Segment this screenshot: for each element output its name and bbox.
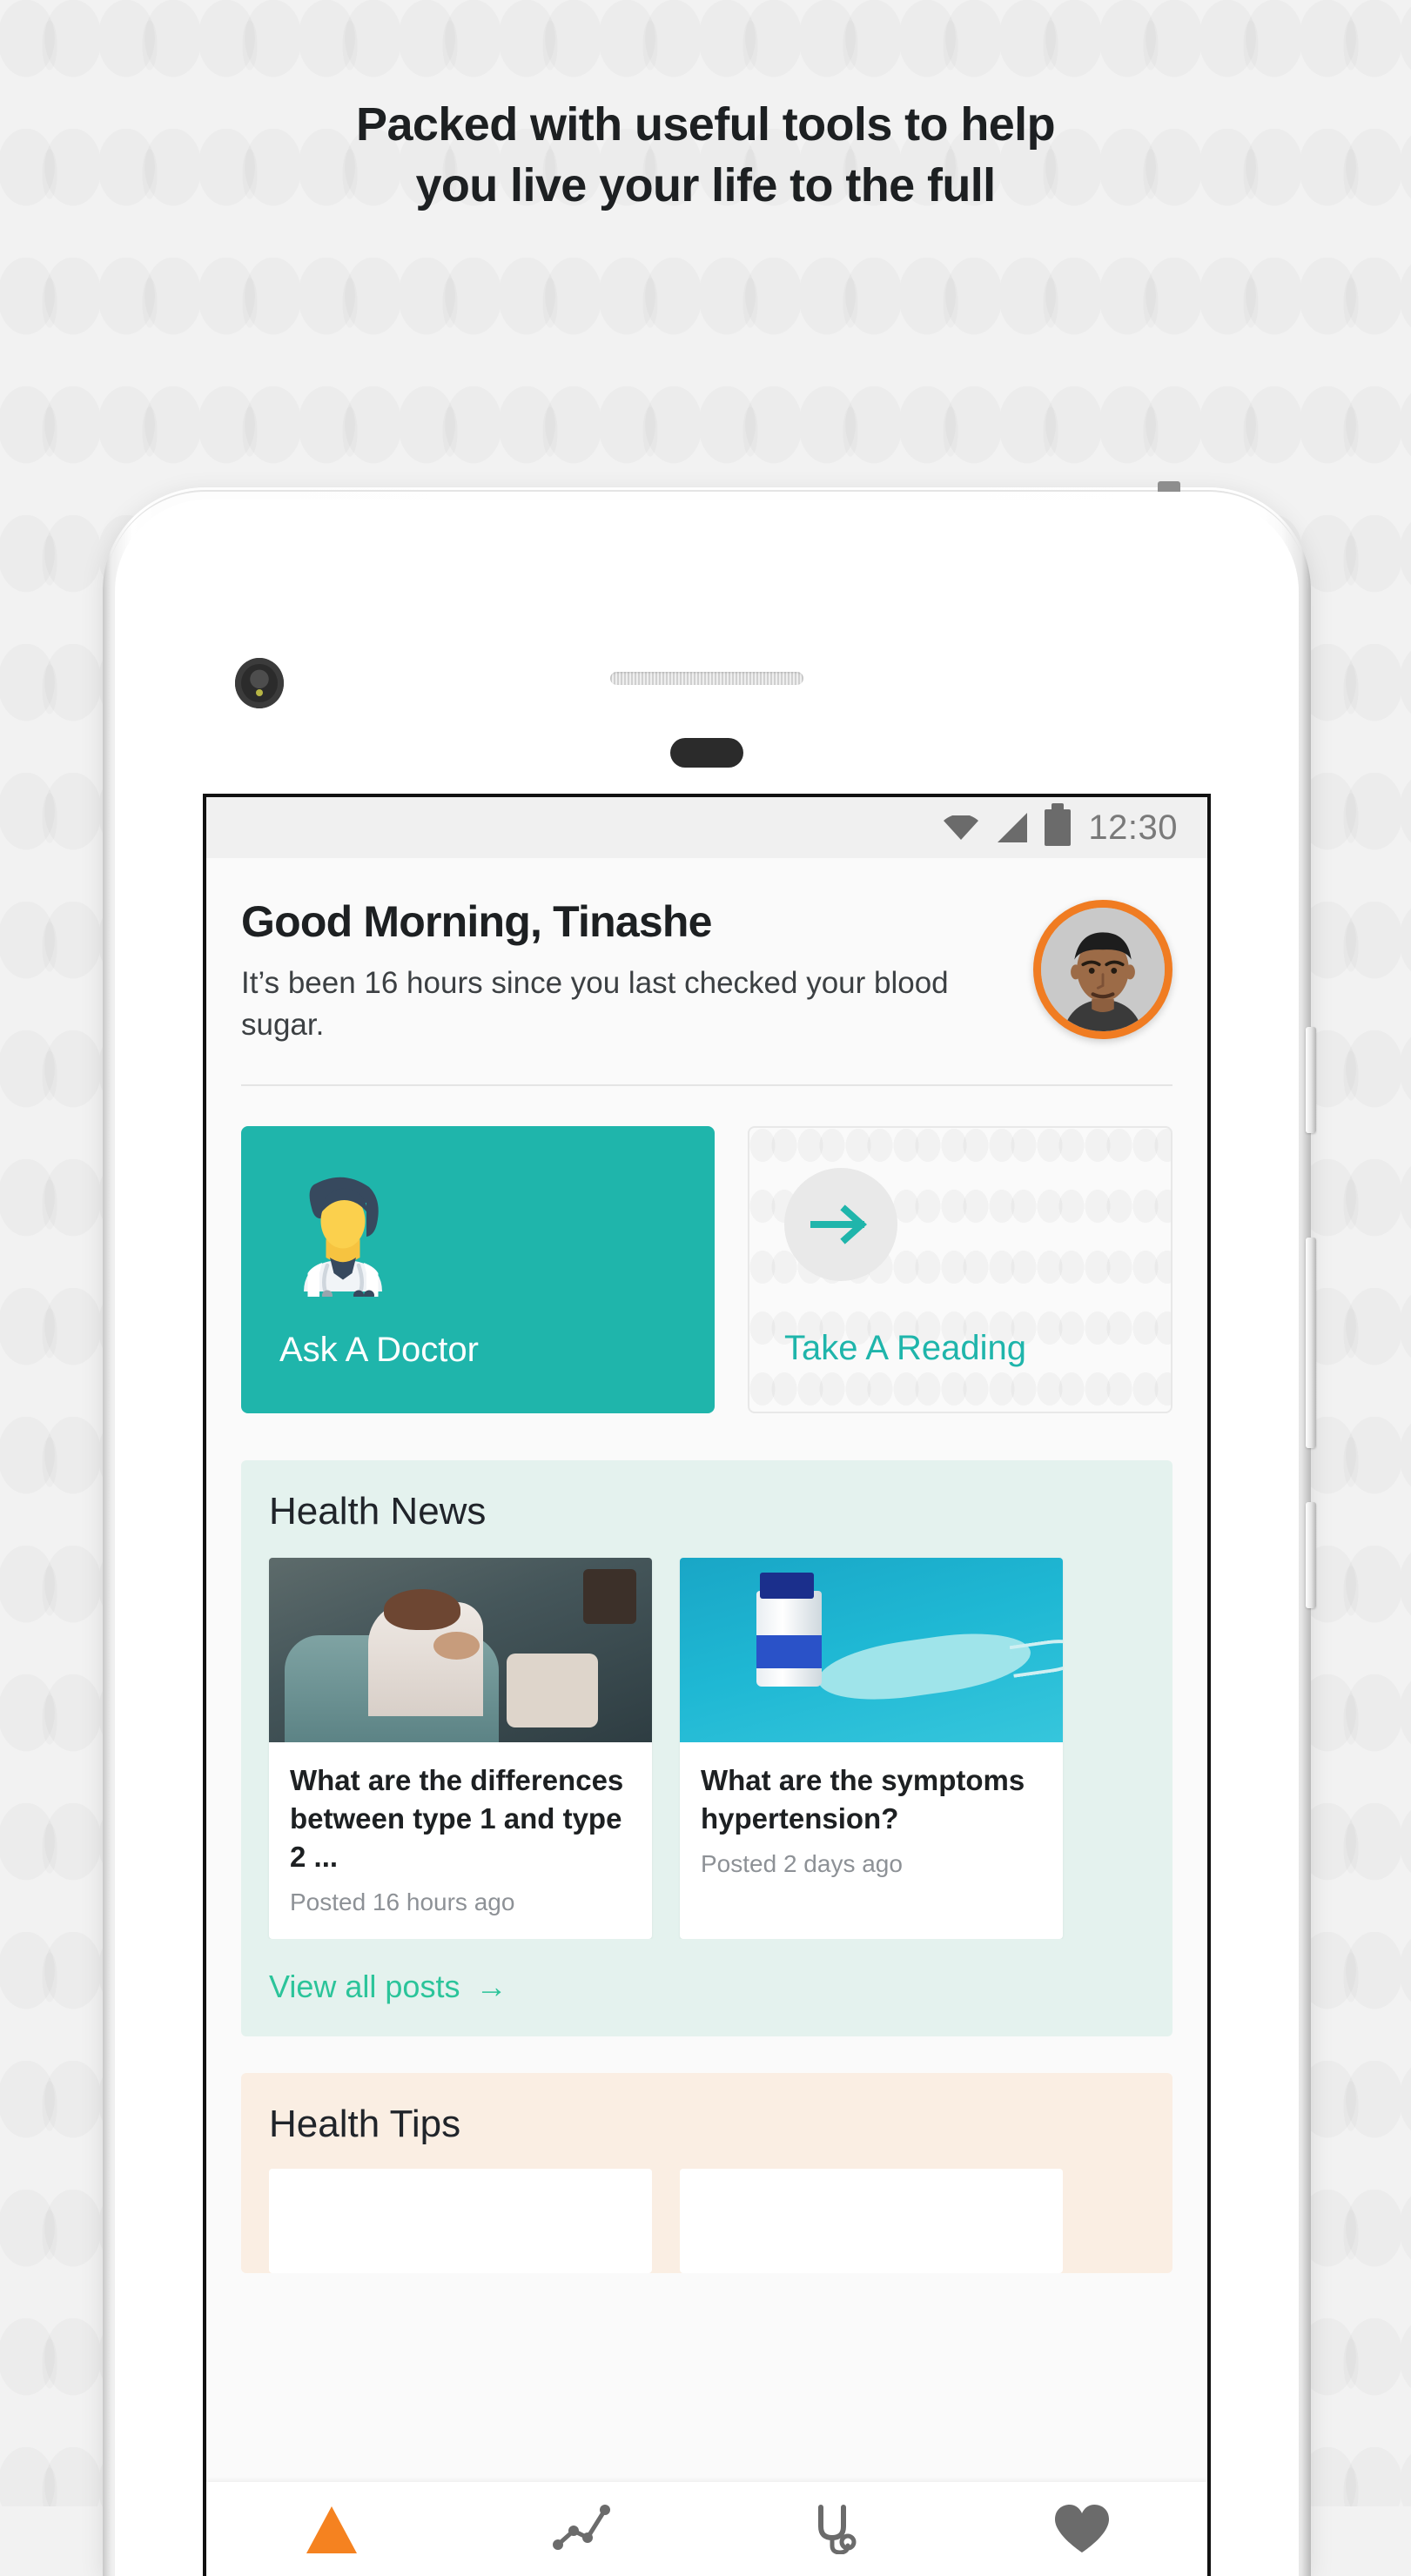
list-item[interactable]: What are the differences between type 1 … bbox=[269, 1558, 652, 1939]
health-tips-title: Health Tips bbox=[269, 2103, 461, 2145]
side-button-extra[interactable] bbox=[1306, 1502, 1316, 1608]
ask-a-doctor-label: Ask A Doctor bbox=[279, 1331, 479, 1369]
view-all-posts-link[interactable]: View all posts → bbox=[241, 1939, 1172, 2036]
ask-a-doctor-button[interactable]: Ask A Doctor bbox=[241, 1126, 715, 1413]
news-body: What are the symptoms hypertension? Post… bbox=[680, 1742, 1063, 1901]
activity-chart-icon bbox=[553, 2505, 611, 2550]
view-all-posts-label: View all posts bbox=[269, 1969, 460, 2004]
wifi-icon bbox=[942, 815, 980, 840]
power-button[interactable] bbox=[1306, 1027, 1316, 1133]
bottom-navigation-bar bbox=[206, 2482, 1207, 2576]
heart-icon bbox=[1055, 2505, 1110, 2553]
news-thumbnail bbox=[269, 1558, 652, 1742]
nav-item-home[interactable] bbox=[206, 2482, 457, 2576]
avatar[interactable] bbox=[1033, 900, 1172, 1039]
headline-line-1: Packed with useful tools to help bbox=[356, 98, 1056, 151]
greeting-section: Good Morning, Tinashe It’s been 16 hours… bbox=[206, 858, 1207, 1046]
doctor-icon bbox=[304, 1177, 382, 1297]
take-a-reading-icon-circle bbox=[784, 1168, 897, 1281]
news-thumbnail bbox=[680, 1558, 1063, 1742]
earpiece-speaker bbox=[610, 672, 803, 685]
arrow-right-icon: → bbox=[475, 1969, 507, 2004]
greeting-subtitle: It’s been 16 hours since you last checke… bbox=[241, 966, 949, 1042]
status-bar: 12:30 bbox=[206, 797, 1207, 858]
volume-button[interactable] bbox=[1306, 1238, 1316, 1448]
list-item[interactable] bbox=[680, 2169, 1063, 2273]
health-news-list: What are the differences between type 1 … bbox=[241, 1533, 1172, 1939]
news-headline: What are the differences between type 1 … bbox=[290, 1764, 624, 1873]
camera-icon bbox=[235, 658, 284, 708]
nav-item-activity[interactable] bbox=[457, 2482, 708, 2576]
home-icon bbox=[306, 2506, 357, 2553]
health-tips-panel: Health Tips bbox=[241, 2073, 1172, 2273]
nav-item-favorites[interactable] bbox=[957, 2482, 1208, 2576]
health-tips-list bbox=[241, 2146, 1172, 2273]
stethoscope-icon bbox=[817, 2505, 857, 2554]
arrow-right-icon bbox=[810, 1204, 867, 1244]
health-news-title: Health News bbox=[269, 1490, 487, 1533]
page-headline: Packed with useful tools to help you liv… bbox=[0, 0, 1411, 216]
quick-actions-row: Ask A Doctor Take A Reading bbox=[206, 1086, 1207, 1413]
cellular-signal-icon bbox=[998, 813, 1028, 842]
phone-device-mockup: 12:30 Good Morning, Tinashe It’s been 16… bbox=[103, 481, 1316, 2576]
take-a-reading-button[interactable]: Take A Reading bbox=[748, 1126, 1172, 1413]
greeting-text-block: Good Morning, Tinashe It’s been 16 hours… bbox=[241, 896, 1018, 1046]
nav-item-stethoscope[interactable] bbox=[707, 2482, 957, 2576]
list-item[interactable]: What are the symptoms hypertension? Post… bbox=[680, 1558, 1063, 1939]
health-news-panel: Health News What are the differences bet… bbox=[241, 1460, 1172, 2036]
home-indicator bbox=[670, 738, 743, 768]
page-title: Good Morning, Tinashe bbox=[241, 897, 712, 946]
status-bar-clock: 12:30 bbox=[1088, 808, 1178, 847]
news-timestamp: Posted 16 hours ago bbox=[290, 1888, 515, 1915]
news-body: What are the differences between type 1 … bbox=[269, 1742, 652, 1939]
take-a-reading-label: Take A Reading bbox=[784, 1329, 1026, 1367]
news-headline: What are the symptoms hypertension? bbox=[701, 1764, 1025, 1835]
battery-icon bbox=[1045, 803, 1072, 846]
phone-top-antenna-nub bbox=[1158, 481, 1180, 492]
news-timestamp: Posted 2 days ago bbox=[701, 1850, 903, 1877]
app-content: Good Morning, Tinashe It’s been 16 hours… bbox=[206, 858, 1207, 2576]
list-item[interactable] bbox=[269, 2169, 652, 2273]
phone-screen: 12:30 Good Morning, Tinashe It’s been 16… bbox=[203, 794, 1211, 2576]
headline-line-2: you live your life to the full bbox=[415, 159, 996, 211]
